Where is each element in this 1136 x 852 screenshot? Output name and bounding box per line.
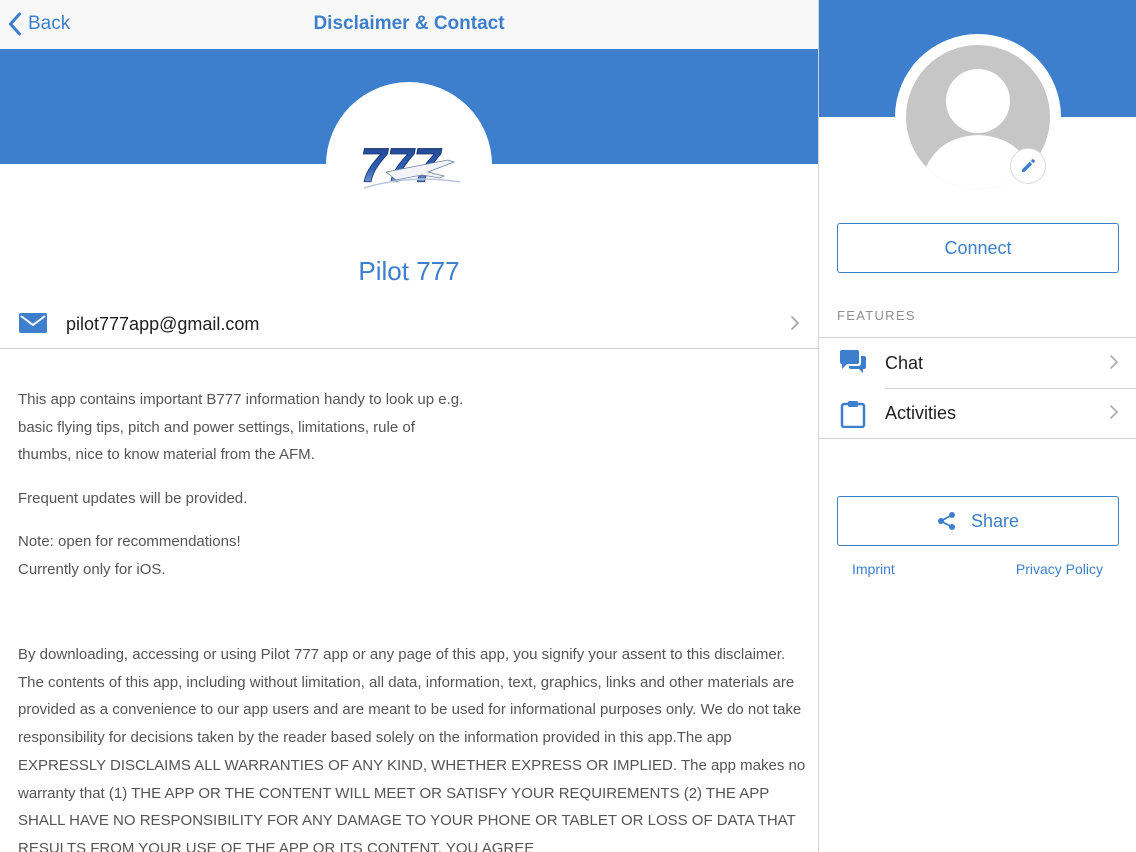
feature-item-chat[interactable]: Chat <box>819 338 1136 388</box>
app-name: Pilot 777 <box>358 256 460 286</box>
contact-email-row[interactable]: pilot777app@gmail.com <box>0 298 818 349</box>
page-title: Disclaimer & Contact <box>313 13 505 34</box>
connect-button[interactable]: Connect <box>837 223 1119 273</box>
chat-icon <box>840 350 866 373</box>
description-line: Note: open for recommendations! <box>18 533 241 551</box>
chevron-right-icon <box>791 316 799 330</box>
imprint-link[interactable]: Imprint <box>852 561 895 577</box>
features-heading: FEATURES <box>837 308 916 323</box>
share-icon <box>937 512 955 530</box>
navigation-bar: Back Disclaimer & Contact <box>0 0 818 49</box>
features-list: Chat Activities <box>819 337 1136 439</box>
feature-label: Chat <box>885 353 924 373</box>
description-line: thumbs, nice to know material from the A… <box>18 446 315 464</box>
privacy-policy-link[interactable]: Privacy Policy <box>1016 561 1103 577</box>
mail-icon <box>19 313 47 333</box>
chevron-right-icon <box>1110 405 1118 419</box>
share-button-label: Share <box>970 510 1020 531</box>
description-line: This app contains important B777 informa… <box>18 391 464 408</box>
app-description: This app contains important B777 informa… <box>18 386 808 600</box>
app-logo: 777 <box>360 140 461 193</box>
description-line: basic flying tips, pitch and power setti… <box>18 418 415 436</box>
contact-email: pilot777app@gmail.com <box>66 314 260 334</box>
profile-panel: Connect FEATURES Chat Activities Share I… <box>818 0 1136 852</box>
disclaimer-text: By downloading, accessing or using Pilot… <box>18 646 806 852</box>
connect-button-label: Connect <box>944 237 1012 258</box>
feature-label: Activities <box>885 403 957 423</box>
clipboard-icon <box>840 401 866 428</box>
chevron-right-icon <box>1110 355 1118 369</box>
share-button[interactable]: Share <box>837 496 1119 546</box>
description-line: Currently only for iOS. <box>18 560 166 578</box>
disclaimer-pane: Back Disclaimer & Contact 777 Pilot 777 … <box>0 0 818 852</box>
edit-avatar-button[interactable] <box>1010 148 1046 184</box>
description-line: Frequent updates will be provided. <box>18 489 248 507</box>
feature-item-activities[interactable]: Activities <box>819 388 1136 438</box>
pencil-icon <box>1022 159 1035 172</box>
